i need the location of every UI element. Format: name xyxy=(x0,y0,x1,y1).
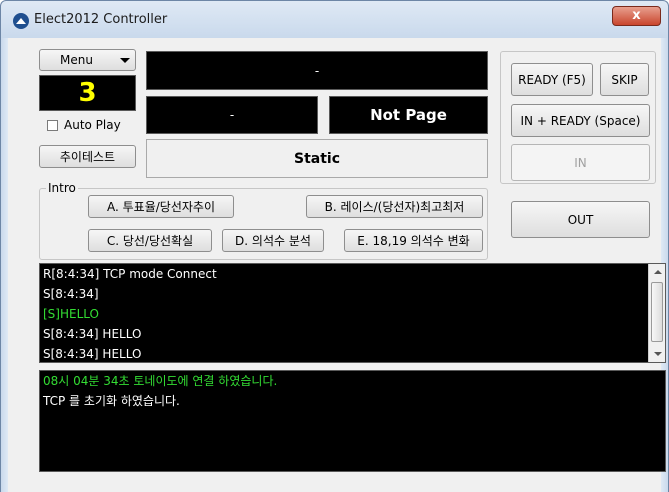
scroll-up-icon[interactable] xyxy=(654,270,662,274)
ready-f5-button[interactable]: READY (F5) xyxy=(511,63,593,96)
auto-play-label: Auto Play xyxy=(64,118,121,132)
log-line: S[8:4:34] xyxy=(43,287,99,301)
scroll-thumb[interactable] xyxy=(651,282,663,342)
intro-b-button[interactable]: B. 레이스/(당선자)최고최저 xyxy=(306,195,483,218)
protocol-log-scrollbar[interactable] xyxy=(648,264,665,362)
window-frame-left xyxy=(0,38,8,492)
chevron-down-icon xyxy=(120,58,130,63)
log-line: S[8:4:34] HELLO xyxy=(43,347,142,361)
intro-e-button[interactable]: E. 18,19 의석수 변화 xyxy=(344,229,483,252)
close-button[interactable]: x xyxy=(612,6,661,26)
close-icon: x xyxy=(632,8,641,23)
page-status-display: Not Page xyxy=(329,96,488,134)
window-title: Elect2012 Controller xyxy=(34,12,168,27)
log-line: TCP 를 초기화 하였습니다. xyxy=(43,394,180,408)
app-logo-icon xyxy=(13,13,29,29)
in-ready-space-button[interactable]: IN + READY (Space) xyxy=(511,104,650,137)
log-line: [S]HELLO xyxy=(43,307,99,321)
scroll-down-icon[interactable] xyxy=(654,352,662,356)
intro-c-button[interactable]: C. 당선/당선확실 xyxy=(88,229,212,252)
middle-display: - xyxy=(146,96,318,134)
log-line: 08시 04분 34초 토네이도에 연결 하였습니다. xyxy=(43,374,278,388)
trend-test-button[interactable]: 추이테스트 xyxy=(39,145,136,168)
protocol-log-panel: R[8:4:34] TCP mode Connect S[8:4:34] [S]HE… xyxy=(39,263,666,363)
static-status-panel: Static xyxy=(146,139,488,178)
skip-button[interactable]: SKIP xyxy=(600,63,649,96)
protocol-log-lines: R[8:4:34] TCP mode Connect S[8:4:34] [S]HE… xyxy=(40,264,665,362)
out-button[interactable]: OUT xyxy=(511,201,650,238)
log-line: R[8:4:34] TCP mode Connect xyxy=(43,267,217,281)
menu-label: Menu xyxy=(60,53,93,67)
intro-legend: Intro xyxy=(46,181,78,195)
auto-play-checkbox[interactable] xyxy=(47,120,58,131)
intro-a-button[interactable]: A. 투표율/당선자추이 xyxy=(88,195,234,218)
menu-dropdown[interactable]: Menu xyxy=(39,49,136,71)
intro-d-button[interactable]: D. 의석수 분석 xyxy=(222,229,324,252)
status-log-panel: 08시 04분 34초 토네이도에 연결 하였습니다. TCP 를 초기화 하였습… xyxy=(39,370,666,472)
top-display: - xyxy=(146,51,488,90)
status-log-lines: 08시 04분 34초 토네이도에 연결 하였습니다. TCP 를 초기화 하였습… xyxy=(40,371,665,411)
log-line: S[8:4:34] HELLO xyxy=(43,327,142,341)
in-button[interactable]: IN xyxy=(511,144,650,181)
counter-display: 3 xyxy=(39,75,136,111)
